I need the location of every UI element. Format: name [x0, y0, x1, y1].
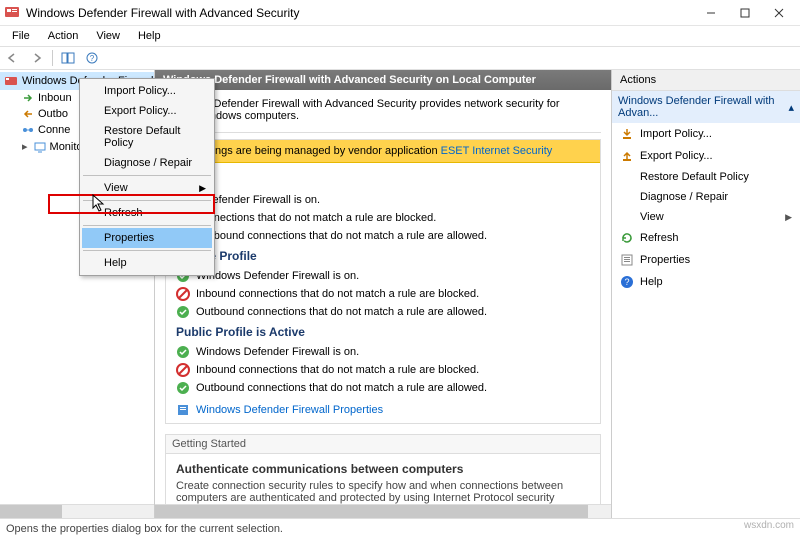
show-hide-tree-button[interactable]: [57, 48, 79, 68]
cm-diagnose-repair[interactable]: Diagnose / Repair: [82, 153, 212, 173]
refresh-icon: [620, 231, 634, 245]
status-row: s Defender Firewall is on.: [176, 191, 590, 209]
actions-group-title: Windows Defender Firewall with Advan... …: [612, 91, 800, 123]
export-icon: [620, 149, 634, 163]
app-icon: [4, 5, 20, 21]
block-icon: [176, 363, 190, 377]
cm-help[interactable]: Help: [82, 253, 212, 273]
check-icon: [176, 381, 190, 395]
help-icon: ?: [620, 275, 634, 289]
menu-view[interactable]: View: [88, 28, 128, 44]
status-row: Inbound connections that do not match a …: [176, 361, 590, 379]
import-icon: [620, 127, 634, 141]
firewall-properties-link[interactable]: Windows Defender Firewall Properties: [196, 404, 383, 416]
watermark: wsxdn.com: [744, 520, 794, 531]
status-row: Windows Defender Firewall is on.: [176, 343, 590, 361]
cm-properties[interactable]: Properties: [82, 228, 212, 248]
status-row: Inbound connections that do not match a …: [176, 285, 590, 303]
svg-text:?: ?: [624, 277, 629, 287]
properties-icon: [176, 403, 190, 417]
status-row: Outbound connections that do not match a…: [176, 379, 590, 397]
cm-separator: [83, 250, 211, 251]
action-view[interactable]: View▶: [612, 207, 800, 227]
chevron-right-icon: ▶: [785, 212, 792, 223]
menu-file[interactable]: File: [4, 28, 38, 44]
vendor-banner: ese settings are being managed by vendor…: [166, 140, 600, 163]
menu-action[interactable]: Action: [40, 28, 87, 44]
nav-forward-button[interactable]: [26, 48, 48, 68]
profile-public-title: Public Profile is Active: [176, 325, 590, 339]
status-row: Outbound connections that do not match a…: [176, 227, 590, 245]
firewall-properties-link-row: Windows Defender Firewall Properties: [176, 403, 590, 417]
action-export-policy[interactable]: Export Policy...: [612, 145, 800, 167]
action-help[interactable]: ?Help: [612, 271, 800, 293]
status-row: Outbound connections that do not match a…: [176, 303, 590, 321]
action-diagnose-repair[interactable]: Diagnose / Repair: [612, 187, 800, 207]
auth-desc: Create connection security rules to spec…: [176, 480, 590, 504]
auth-heading: Authenticate communications between comp…: [176, 462, 590, 476]
cm-import-policy[interactable]: Import Policy...: [82, 81, 212, 101]
cm-restore-default[interactable]: Restore Default Policy: [82, 121, 212, 153]
tree-monitoring-label: Monito: [50, 141, 83, 153]
cursor-icon: [92, 194, 108, 214]
tree-outbound-label: Outbo: [38, 108, 68, 120]
getting-started-label: Getting Started: [166, 435, 600, 454]
getting-started-panel: Getting Started Authenticate communicati…: [165, 434, 601, 504]
block-icon: [176, 287, 190, 301]
profile-domain-title: ofile: [176, 173, 590, 187]
menu-help[interactable]: Help: [130, 28, 169, 44]
content-pane: Windows Defender Firewall with Advanced …: [155, 70, 612, 518]
minimize-button[interactable]: [694, 1, 728, 25]
action-import-policy[interactable]: Import Policy...: [612, 123, 800, 145]
content-hscroll[interactable]: [155, 504, 611, 518]
cm-export-policy[interactable]: Export Policy...: [82, 101, 212, 121]
status-bar: Opens the properties dialog box for the …: [0, 518, 800, 538]
context-menu: Import Policy... Export Policy... Restor…: [79, 78, 215, 276]
content-body: ws Defender Firewall with Advanced Secur…: [155, 90, 611, 504]
connection-icon: [22, 124, 34, 136]
menu-bar: File Action View Help: [0, 26, 800, 46]
actions-pane: Actions Windows Defender Firewall with A…: [612, 70, 800, 518]
check-icon: [176, 305, 190, 319]
status-row: connections that do not match a rule are…: [176, 209, 590, 227]
nav-back-button[interactable]: [2, 48, 24, 68]
action-restore-default[interactable]: Restore Default Policy: [612, 167, 800, 187]
toolbar: ?: [0, 46, 800, 70]
help-button[interactable]: ?: [81, 48, 103, 68]
collapse-icon[interactable]: ▴: [788, 101, 794, 114]
tree-inbound-label: Inboun: [38, 92, 72, 104]
monitor-icon: [34, 141, 46, 153]
actions-header: Actions: [612, 70, 800, 91]
overview-panel: ese settings are being managed by vendor…: [165, 139, 601, 424]
window-title: Windows Defender Firewall with Advanced …: [26, 6, 694, 20]
check-icon: [176, 345, 190, 359]
cm-separator: [83, 175, 211, 176]
firewall-icon: [4, 74, 18, 88]
svg-text:?: ?: [90, 54, 95, 63]
status-row: Windows Defender Firewall is on.: [176, 267, 590, 285]
tree-connection-label: Conne: [38, 124, 70, 136]
action-refresh[interactable]: Refresh: [612, 227, 800, 249]
action-properties[interactable]: Properties: [612, 249, 800, 271]
intro-text: ws Defender Firewall with Advanced Secur…: [197, 98, 601, 122]
outbound-icon: [22, 108, 34, 120]
content-header: Windows Defender Firewall with Advanced …: [155, 70, 611, 90]
separator: [165, 132, 601, 133]
cm-separator: [83, 225, 211, 226]
toolbar-separator: [52, 50, 53, 66]
tree-hscroll[interactable]: [0, 504, 154, 518]
inbound-icon: [22, 92, 34, 104]
properties-icon: [620, 253, 634, 267]
close-button[interactable]: [762, 1, 796, 25]
title-bar: Windows Defender Firewall with Advanced …: [0, 0, 800, 26]
expand-icon[interactable]: ▸: [22, 140, 28, 153]
profile-private-title: Private Profile: [176, 249, 590, 263]
banner-vendor-link[interactable]: ESET Internet Security: [441, 145, 553, 157]
chevron-right-icon: ▶: [199, 183, 206, 194]
maximize-button[interactable]: [728, 1, 762, 25]
status-text: Opens the properties dialog box for the …: [6, 523, 283, 535]
